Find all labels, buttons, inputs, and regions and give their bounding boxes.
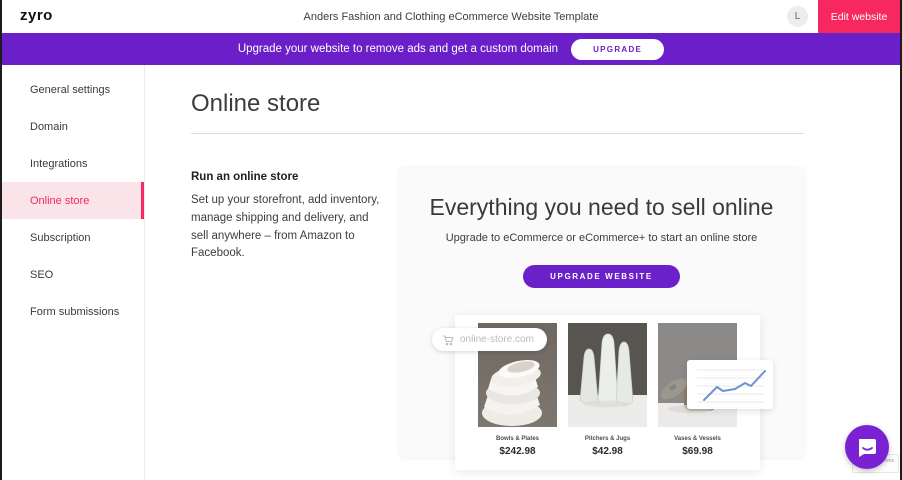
chat-bubble-icon xyxy=(854,434,880,460)
sidebar-item-integrations[interactable]: Integrations xyxy=(0,145,144,182)
promo-subtitle: Upgrade to eCommerce or eCommerce+ to st… xyxy=(399,232,804,244)
top-bar: zyro Anders Fashion and Clothing eCommer… xyxy=(0,0,902,33)
ecommerce-promo-card: Everything you need to sell online Upgra… xyxy=(399,167,804,457)
sidebar-item-subscription[interactable]: Subscription xyxy=(0,219,144,256)
user-avatar[interactable]: L xyxy=(787,6,808,27)
page-title: Online store xyxy=(191,90,902,118)
sidebar-item-general-settings[interactable]: General settings xyxy=(0,71,144,108)
browser-url-chip: online-store.com xyxy=(432,328,547,351)
upgrade-banner: Upgrade your website to remove ads and g… xyxy=(0,33,902,65)
product-price: $42.98 xyxy=(568,446,647,457)
browser-url-text: online-store.com xyxy=(460,334,534,345)
edit-website-button[interactable]: Edit website xyxy=(818,0,900,33)
app-window: zyro Anders Fashion and Clothing eCommer… xyxy=(0,0,902,480)
product-name: Vases & Vessels xyxy=(658,436,737,442)
screen-edge-left xyxy=(0,0,2,480)
settings-sidebar: General settings Domain Integrations Onl… xyxy=(0,65,145,480)
zyro-logo[interactable]: zyro xyxy=(20,7,53,24)
product-card: Pitchers & Jugs $42.98 xyxy=(568,323,647,457)
title-divider xyxy=(191,133,804,134)
intro-section: Run an online store Set up your storefro… xyxy=(191,167,399,457)
chat-widget-button[interactable] xyxy=(845,425,889,469)
sidebar-item-online-store[interactable]: Online store xyxy=(0,182,144,219)
sidebar-item-form-submissions[interactable]: Form submissions xyxy=(0,293,144,330)
site-title: Anders Fashion and Clothing eCommerce We… xyxy=(304,11,599,23)
product-name: Bowls & Plates xyxy=(478,436,557,442)
sales-sparkline-card xyxy=(687,360,773,409)
promo-title: Everything you need to sell online xyxy=(399,194,804,221)
product-image-pitchers xyxy=(568,323,647,427)
intro-heading: Run an online store xyxy=(191,171,399,183)
upgrade-website-button[interactable]: UPGRADE WEBSITE xyxy=(523,265,680,288)
upgrade-button[interactable]: UPGRADE xyxy=(571,39,664,60)
sidebar-item-domain[interactable]: Domain xyxy=(0,108,144,145)
main-content: Online store Run an online store Set up … xyxy=(145,65,902,480)
product-price: $242.98 xyxy=(478,446,557,457)
cart-icon xyxy=(442,334,454,346)
product-price: $69.98 xyxy=(658,446,737,457)
intro-description: Set up your storefront, add inventory, m… xyxy=(191,192,387,263)
sparkline-chart xyxy=(687,360,773,409)
sidebar-item-seo[interactable]: SEO xyxy=(0,256,144,293)
product-name: Pitchers & Jugs xyxy=(568,436,647,442)
upgrade-banner-message: Upgrade your website to remove ads and g… xyxy=(238,43,558,55)
